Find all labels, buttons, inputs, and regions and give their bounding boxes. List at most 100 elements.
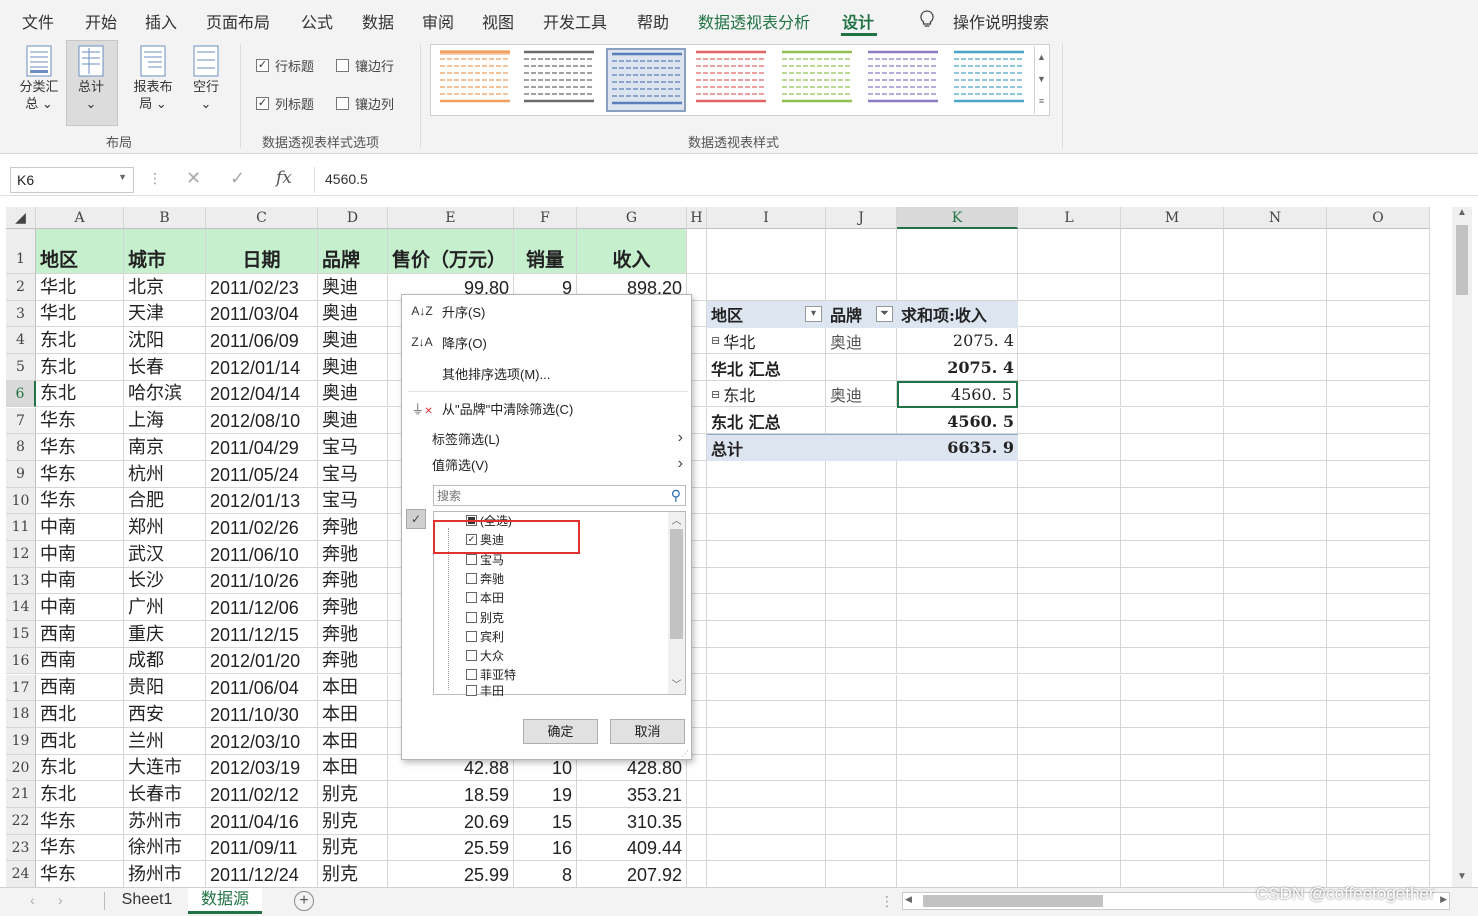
checkbox-empty-icon[interactable] xyxy=(466,592,477,604)
table-cell[interactable]: 2012/04/14 xyxy=(206,380,318,408)
table-cell[interactable]: 中南 xyxy=(36,541,124,568)
pivot-style-7[interactable] xyxy=(950,48,1030,112)
checkbox-checked-icon[interactable]: ✓ xyxy=(256,59,269,72)
table-cell[interactable]: 重庆 xyxy=(124,621,206,648)
empty-cell[interactable] xyxy=(1018,327,1121,355)
menu-item-9[interactable]: 帮助 xyxy=(637,9,669,33)
empty-cell[interactable] xyxy=(707,487,826,515)
search-input[interactable] xyxy=(434,486,654,505)
empty-cell[interactable] xyxy=(1121,487,1224,515)
empty-cell[interactable] xyxy=(897,487,1018,515)
empty-cell[interactable] xyxy=(1018,594,1121,622)
menu-item-5[interactable]: 数据 xyxy=(362,9,394,33)
pivot-value-cell[interactable]: 4560. 5 xyxy=(897,408,1018,435)
table-cell[interactable]: 别克 xyxy=(318,781,388,808)
empty-cell[interactable] xyxy=(1224,647,1327,675)
grand-totals-button[interactable]: 总计 ⌄ xyxy=(68,44,114,112)
empty-cell[interactable] xyxy=(1327,647,1430,675)
table-cell[interactable]: 长沙 xyxy=(124,567,206,595)
empty-cell[interactable] xyxy=(1224,380,1327,408)
empty-cell[interactable] xyxy=(1327,541,1430,568)
table-cell[interactable]: 东北 xyxy=(36,354,124,381)
pivot-value-cell[interactable]: 2075. 4 xyxy=(897,354,1018,381)
tell-me-search[interactable]: 操作说明搜索 xyxy=(953,9,1049,33)
empty-cell[interactable] xyxy=(826,701,897,728)
empty-cell[interactable] xyxy=(1327,274,1430,301)
row-header-23[interactable]: 23 xyxy=(6,834,36,862)
row-header-11[interactable]: 11 xyxy=(6,514,36,541)
table-cell[interactable]: 华东 xyxy=(36,460,124,488)
filter-list-item[interactable]: 菲亚特 xyxy=(466,665,666,684)
filter-list-item[interactable]: 奔驰 xyxy=(466,569,666,588)
empty-cell[interactable] xyxy=(897,861,1018,889)
empty-cell[interactable] xyxy=(1121,434,1224,461)
empty-cell[interactable] xyxy=(1327,567,1430,595)
empty-cell[interactable] xyxy=(1018,647,1121,675)
empty-cell[interactable] xyxy=(1327,407,1430,435)
empty-cell[interactable] xyxy=(897,229,1018,274)
empty-cell[interactable] xyxy=(1121,621,1224,648)
empty-cell[interactable] xyxy=(897,754,1018,782)
table-cell[interactable]: 广州 xyxy=(124,594,206,622)
empty-cell[interactable] xyxy=(1018,407,1121,435)
checkbox-empty-icon[interactable] xyxy=(466,553,477,565)
table-cell[interactable]: 奔驰 xyxy=(318,541,388,568)
sort-descending-item[interactable]: Z↓A 降序(O) xyxy=(402,329,691,355)
empty-cell[interactable] xyxy=(1121,380,1224,408)
table-cell[interactable]: 2011/03/04 xyxy=(206,300,318,328)
table-cell[interactable]: 2012/03/10 xyxy=(206,727,318,755)
empty-cell[interactable] xyxy=(897,727,1018,755)
empty-cell[interactable] xyxy=(707,594,826,622)
table-cell[interactable]: 2011/06/10 xyxy=(206,541,318,568)
formula-input[interactable]: 4560.5 xyxy=(314,167,1474,193)
scroll-down-icon[interactable]: ▼ xyxy=(1452,871,1472,882)
empty-cell[interactable] xyxy=(826,541,897,568)
filter-list-item[interactable]: 丰田 xyxy=(466,685,666,697)
empty-cell[interactable] xyxy=(1121,808,1224,835)
empty-cell[interactable] xyxy=(1327,354,1430,381)
empty-cell[interactable] xyxy=(1327,229,1430,274)
empty-cell[interactable] xyxy=(1121,727,1224,755)
row-header-15[interactable]: 15 xyxy=(6,621,36,648)
row-header-22[interactable]: 22 xyxy=(6,808,36,835)
empty-cell[interactable] xyxy=(707,754,826,782)
scroll-down-icon[interactable]: ﹀ xyxy=(668,676,685,691)
table-cell[interactable]: 207.92 xyxy=(577,861,687,889)
row-header-13[interactable]: 13 xyxy=(6,567,36,595)
table-cell[interactable]: 别克 xyxy=(318,861,388,889)
scroll-thumb[interactable] xyxy=(670,529,683,639)
menu-item-3[interactable]: 页面布局 xyxy=(206,9,270,33)
table-cell[interactable]: 中南 xyxy=(36,567,124,595)
column-header-J[interactable]: J xyxy=(826,207,897,229)
table-cell[interactable]: 北京 xyxy=(124,274,206,301)
empty-cell[interactable] xyxy=(687,808,707,835)
empty-cell[interactable] xyxy=(707,674,826,702)
table-cell[interactable]: 15 xyxy=(514,808,577,835)
menu-item-4[interactable]: 公式 xyxy=(301,9,333,33)
empty-cell[interactable] xyxy=(826,647,897,675)
table-cell[interactable]: 华东 xyxy=(36,434,124,461)
empty-cell[interactable] xyxy=(1327,621,1430,648)
empty-cell[interactable] xyxy=(1121,300,1224,328)
table-cell[interactable]: 杭州 xyxy=(124,460,206,488)
empty-cell[interactable] xyxy=(1121,354,1224,381)
table-cell[interactable]: 2012/01/13 xyxy=(206,487,318,515)
value-filter-item[interactable]: 值筛选(V) › xyxy=(402,451,691,477)
empty-cell[interactable] xyxy=(1224,781,1327,808)
column-header-D[interactable]: D xyxy=(318,207,388,229)
empty-cell[interactable] xyxy=(897,541,1018,568)
table-cell[interactable]: 成都 xyxy=(124,647,206,675)
table-cell[interactable]: 25.99 xyxy=(388,861,514,889)
more-sort-options-item[interactable]: 其他排序选项(M)... xyxy=(402,360,691,386)
pivot-value-cell[interactable]: 6635. 9 xyxy=(897,434,1018,462)
column-header-A[interactable]: A xyxy=(36,207,124,229)
scroll-thumb[interactable] xyxy=(923,895,1103,907)
row-header-9[interactable]: 9 xyxy=(6,460,36,488)
gallery-more-icon[interactable]: ≡ xyxy=(1035,90,1048,112)
row-header-2[interactable]: 2 xyxy=(6,274,36,301)
clear-filter-item[interactable]: ⏚✕ 从"品牌"中清除筛选(C) xyxy=(402,395,691,421)
table-cell[interactable]: 长春市 xyxy=(124,781,206,808)
table-cell[interactable]: 2011/06/04 xyxy=(206,674,318,702)
table-cell[interactable]: 宝马 xyxy=(318,460,388,488)
filter-list-item[interactable]: 大众 xyxy=(466,646,666,665)
